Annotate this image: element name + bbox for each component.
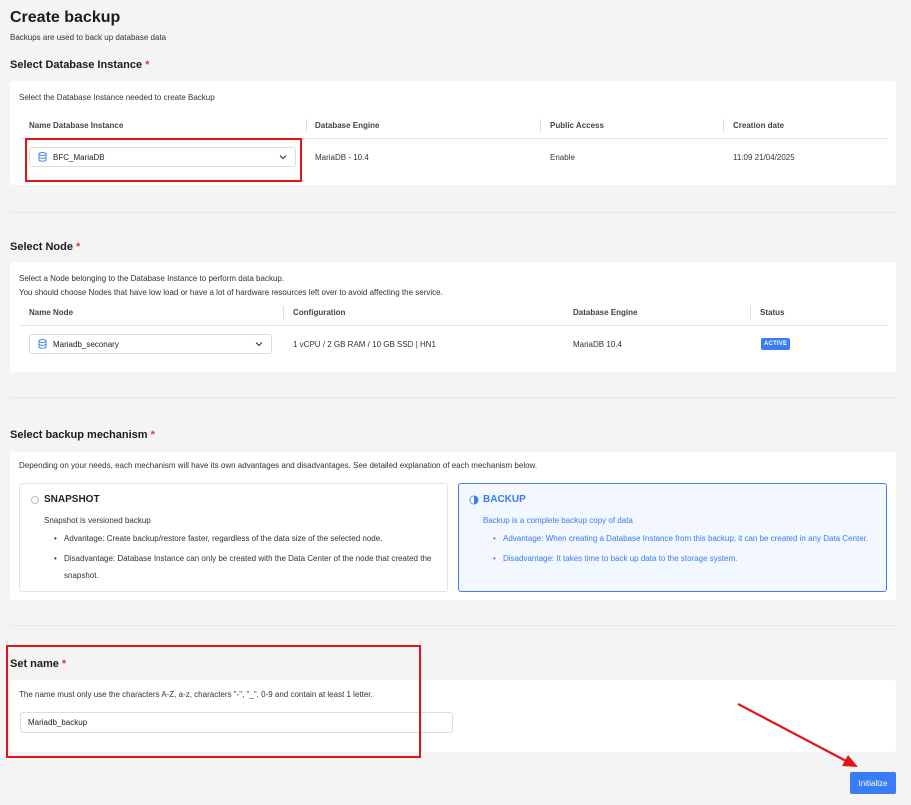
backup-points: Advantage: When creating a Database Inst… (493, 530, 873, 567)
page-subtitle: Backups are used to back up database dat… (10, 33, 167, 42)
node-section-title: Select Node * (10, 241, 81, 253)
initialize-button[interactable]: Initialize (850, 772, 896, 794)
column-divider (306, 119, 307, 132)
mechanism-option-backup[interactable]: BACKUP Backup is a complete backup copy … (458, 483, 887, 592)
node-configuration-value: 1 vCPU / 2 GB RAM / 10 GB SSD | HN1 (293, 340, 437, 349)
radio-unselected[interactable] (31, 496, 39, 504)
backup-title: BACKUP (483, 494, 526, 505)
column-divider (540, 119, 541, 132)
db-instance-section-title: Select Database Instance * (10, 59, 150, 71)
snapshot-advantage: Advantage: Create backup/restore faster,… (54, 530, 439, 547)
highlight-box (6, 645, 421, 758)
node-description-line-2: You should choose Nodes that have low lo… (19, 288, 443, 297)
db-instance-engine-value: MariaDB - 10.4 (315, 153, 369, 162)
backup-advantage: Advantage: When creating a Database Inst… (493, 530, 873, 547)
backup-disadvantage: Disadvantage: It takes time to back up d… (493, 550, 873, 567)
backup-subtitle: Backup is a complete backup copy of data (483, 516, 633, 525)
highlight-box (25, 138, 302, 182)
node-select[interactable]: Mariadb_seconary (29, 334, 272, 354)
radio-selected-icon[interactable] (469, 495, 479, 505)
table-header-divider (19, 325, 887, 326)
db-instance-col-public-access: Public Access (550, 121, 604, 130)
snapshot-title: SNAPSHOT (44, 494, 100, 505)
page-title: Create backup (10, 9, 121, 26)
status-badge: ACTIVE (761, 338, 791, 350)
db-instance-col-creation-date: Creation date (733, 121, 785, 130)
db-instance-description: Select the Database Instance needed to c… (19, 93, 215, 102)
node-description-line-1: Select a Node belonging to the Database … (19, 274, 285, 283)
node-selected-value: Mariadb_seconary (53, 339, 119, 349)
node-engine-value: MariaDB 10.4 (573, 340, 622, 349)
required-mark: * (75, 241, 81, 253)
node-col-engine: Database Engine (573, 308, 638, 317)
mechanism-option-snapshot[interactable]: SNAPSHOT Snapshot is versioned backup Ad… (19, 483, 448, 592)
node-col-name: Name Node (29, 308, 74, 317)
required-mark: * (150, 429, 155, 441)
node-card: Select a Node belonging to the Database … (10, 262, 896, 372)
node-col-status: Status (760, 308, 785, 317)
column-divider (750, 306, 751, 319)
db-instance-creation-date-value: 11:09 21/04/2025 (733, 153, 795, 162)
chevron-down-icon (255, 342, 263, 347)
db-instance-col-engine: Database Engine (315, 121, 380, 130)
section-divider (10, 212, 896, 213)
snapshot-subtitle: Snapshot is versioned backup (44, 516, 151, 525)
annotation-arrow-icon (737, 703, 858, 767)
required-mark: * (145, 59, 150, 71)
snapshot-disadvantage: Disadvantage: Database Instance can only… (54, 550, 439, 584)
mechanism-section-title: Select backup mechanism * (10, 429, 155, 441)
column-divider (723, 119, 724, 132)
node-col-configuration: Configuration (293, 308, 346, 317)
db-instance-col-name: Name Database Instance (29, 121, 124, 130)
database-icon (38, 339, 47, 349)
mechanism-card: Depending on your needs, each mechanism … (10, 452, 896, 600)
section-divider (10, 625, 896, 626)
mechanism-description: Depending on your needs, each mechanism … (19, 461, 538, 470)
db-instance-public-access-value: Enable (550, 153, 575, 162)
section-divider (10, 397, 896, 398)
snapshot-points: Advantage: Create backup/restore faster,… (54, 530, 439, 584)
column-divider (283, 306, 284, 319)
